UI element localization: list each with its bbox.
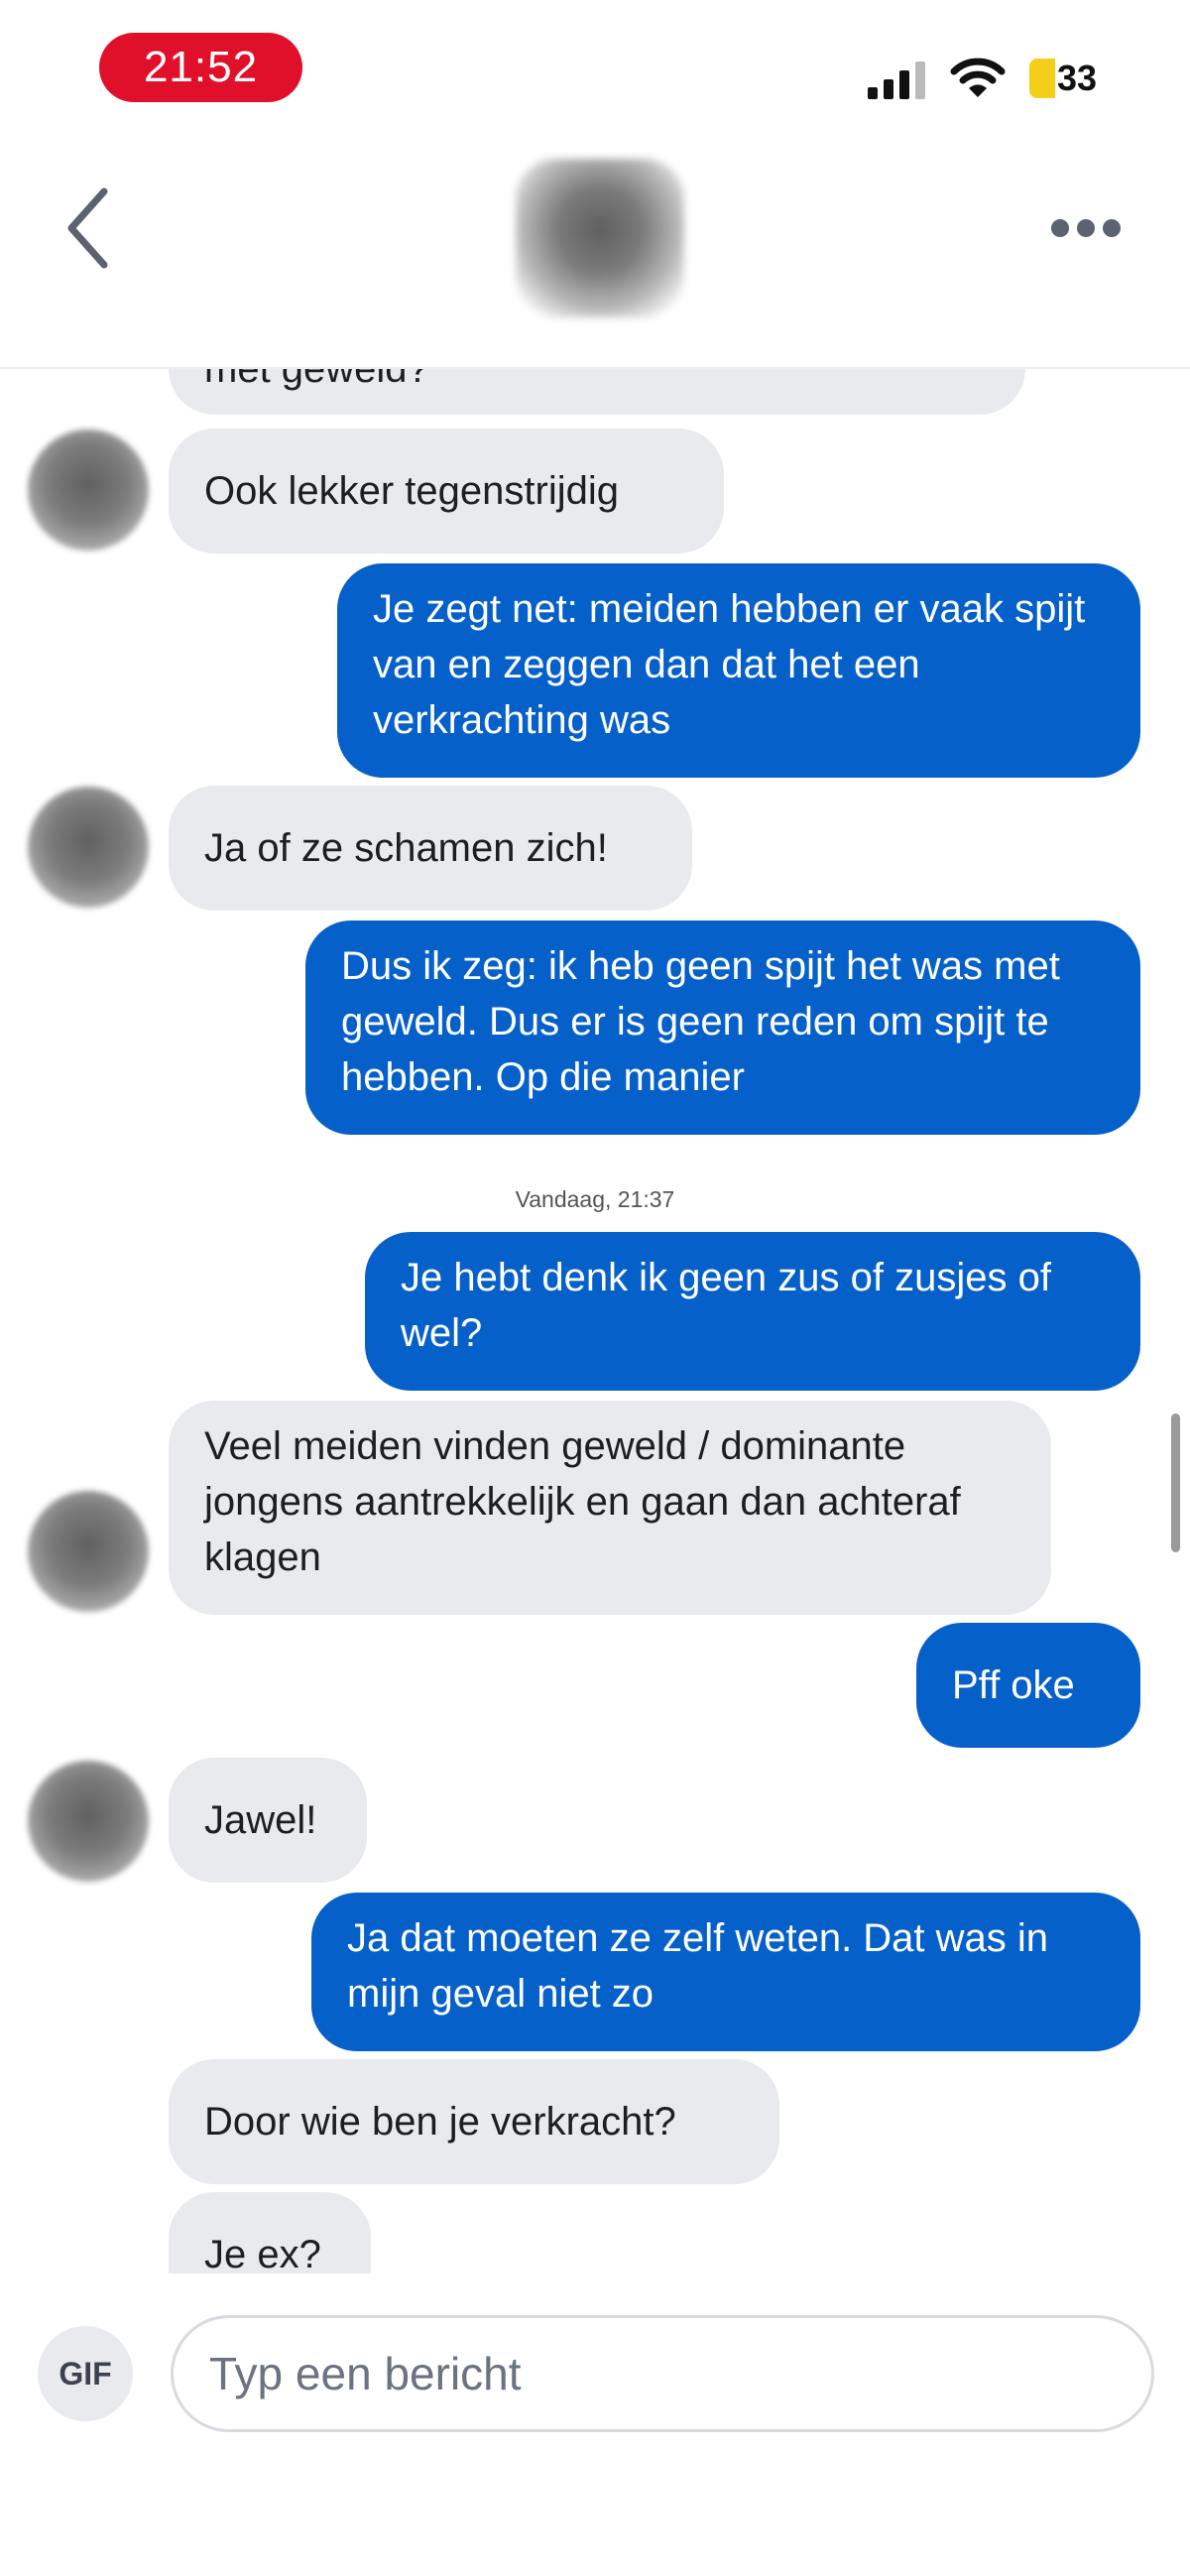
scrollbar[interactable] <box>1171 1413 1180 1552</box>
more-options-button[interactable] <box>1051 208 1130 248</box>
message-bubble-incoming: Door wie ben je verkracht? <box>169 2059 779 2184</box>
ellipsis-icon <box>1051 219 1069 237</box>
contact-avatar[interactable] <box>516 159 684 317</box>
back-button[interactable] <box>60 184 119 273</box>
sender-avatar[interactable] <box>28 1761 149 1882</box>
battery-level-text: 33 <box>1057 58 1098 98</box>
message-bubble-incoming: Ja of ze schamen zich! <box>169 786 692 911</box>
message-bubble-incoming: Jawel! <box>169 1758 367 1883</box>
signal-icon <box>868 61 925 99</box>
status-time: 21:52 <box>99 33 302 102</box>
battery-indicator: 33 <box>1023 58 1105 99</box>
message-bubble-incoming: Veel meiden vinden geweld / dominante jo… <box>169 1401 1051 1615</box>
sender-avatar[interactable] <box>28 429 149 551</box>
message-bubble-outgoing: Dus ik zeg: ik heb geen spijt het was me… <box>305 920 1140 1135</box>
message-bubble-outgoing: Je zegt net: meiden hebben er vaak spijt… <box>337 563 1140 778</box>
clipped-message-area: met geweld? <box>0 369 1190 419</box>
message-timestamp: Vandaag, 21:37 <box>515 1186 675 1212</box>
message-bubble-outgoing: Je hebt denk ik geen zus of zusjes of we… <box>365 1232 1140 1391</box>
sender-avatar[interactable] <box>28 1491 149 1612</box>
clipped-message-area: Je ex? <box>0 2182 1190 2273</box>
battery-icon <box>1029 59 1055 98</box>
message-bubble-incoming: met geweld? <box>169 369 1025 415</box>
sender-avatar[interactable] <box>28 787 149 908</box>
message-bubble-outgoing: Pff oke <box>916 1623 1140 1748</box>
message-bubble-incoming: Ook lekker tegenstrijdig <box>169 429 724 553</box>
chevron-left-icon <box>67 187 108 269</box>
message-bubble-outgoing: Ja dat moeten ze zelf weten. Dat was in … <box>311 1893 1140 2051</box>
gif-button[interactable]: GIF <box>38 2326 133 2421</box>
wifi-icon <box>950 58 1006 97</box>
message-input[interactable] <box>171 2315 1154 2432</box>
message-bubble-incoming: Je ex? <box>169 2192 371 2273</box>
